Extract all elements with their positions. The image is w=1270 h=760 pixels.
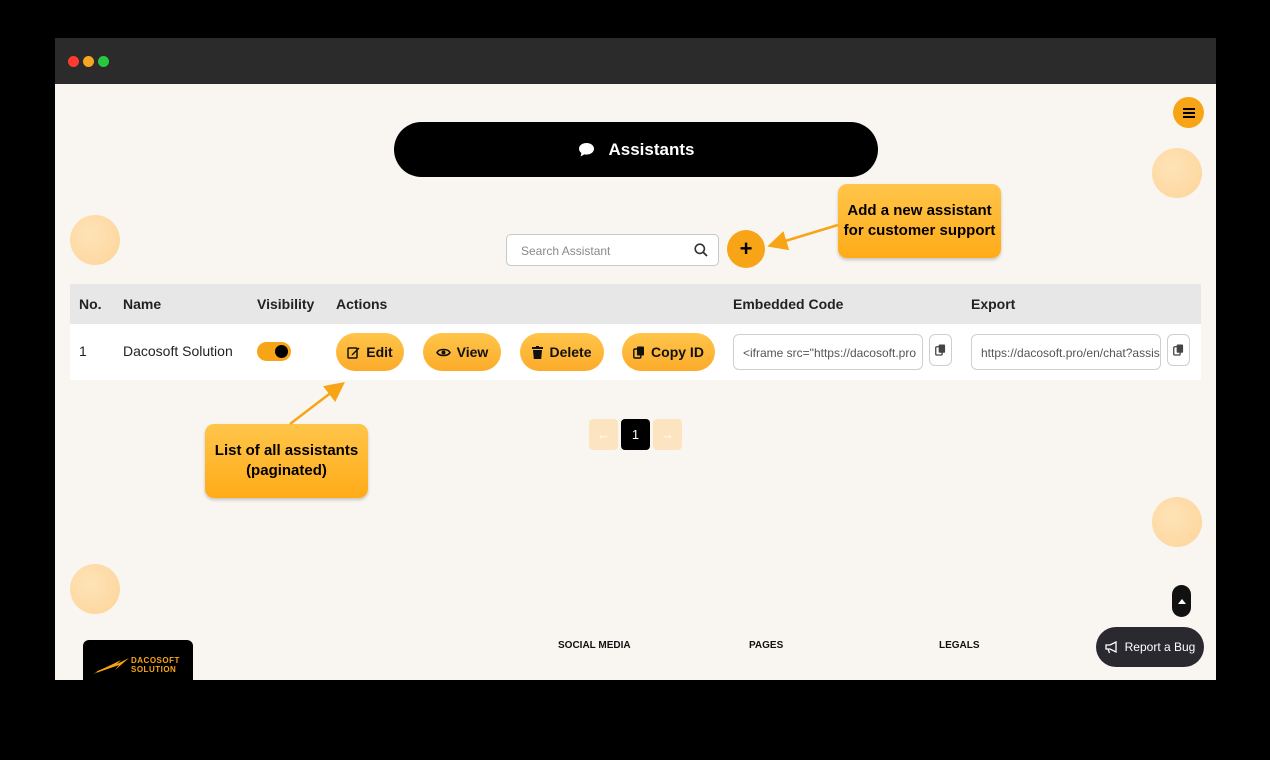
view-label: View bbox=[456, 344, 489, 360]
arrow-left-icon: ← bbox=[597, 427, 610, 442]
company-logo[interactable]: DACOSOFT SOLUTION bbox=[83, 640, 193, 680]
view-button[interactable]: View bbox=[423, 333, 501, 371]
caret-up-icon bbox=[1177, 598, 1186, 604]
table-row: 1 Dacosoft Solution Edit View Delete Cop… bbox=[70, 324, 1201, 380]
menu-button[interactable] bbox=[1173, 97, 1204, 128]
maximize-window-icon[interactable] bbox=[98, 56, 109, 67]
pagination-page-1[interactable]: 1 bbox=[621, 419, 650, 450]
search-input[interactable] bbox=[521, 241, 681, 261]
scroll-to-top-button[interactable] bbox=[1172, 585, 1191, 617]
decor-circle bbox=[70, 564, 120, 614]
column-header-actions: Actions bbox=[336, 296, 388, 312]
export-url-value: https://dacosoft.pro/en/chat?assis bbox=[981, 346, 1160, 360]
search-box bbox=[506, 234, 719, 266]
copy-export-url-button[interactable] bbox=[1167, 334, 1190, 366]
chat-bubble-icon bbox=[578, 142, 594, 156]
comet-logo-icon bbox=[93, 658, 129, 674]
row-number: 1 bbox=[79, 343, 87, 359]
add-assistant-button[interactable]: + bbox=[727, 230, 765, 268]
callout-text: (paginated) bbox=[246, 462, 327, 479]
copy-icon bbox=[935, 344, 946, 356]
arrow-to-table-row bbox=[289, 381, 345, 425]
hamburger-icon bbox=[1182, 107, 1195, 118]
logo-line: SOLUTION bbox=[131, 665, 177, 674]
report-bug-label: Report a Bug bbox=[1124, 640, 1196, 654]
delete-label: Delete bbox=[549, 344, 592, 360]
copy-id-label: Copy ID bbox=[651, 344, 704, 360]
browser-window: Assistants + Add a new assistant for cus… bbox=[55, 38, 1216, 680]
callout-assistant-list: List of all assistants (paginated) bbox=[205, 424, 368, 498]
copy-icon bbox=[1173, 344, 1184, 356]
table-header: No. Name Visibility Actions Embedded Cod… bbox=[70, 284, 1201, 324]
page-title-bar: Assistants bbox=[394, 122, 878, 177]
visibility-toggle[interactable] bbox=[257, 342, 291, 361]
footer-heading-legals: LEGALS bbox=[939, 640, 980, 651]
decor-circle bbox=[1152, 497, 1202, 547]
column-header-export: Export bbox=[971, 296, 1016, 312]
eye-icon bbox=[435, 348, 451, 356]
window-titlebar bbox=[55, 38, 1216, 84]
edit-label: Edit bbox=[366, 344, 393, 360]
plus-icon: + bbox=[739, 236, 753, 261]
footer-heading-social: SOCIAL MEDIA bbox=[558, 640, 631, 651]
edit-button[interactable]: Edit bbox=[336, 333, 404, 371]
assistants-table: No. Name Visibility Actions Embedded Cod… bbox=[70, 284, 1201, 380]
page-title: Assistants bbox=[608, 139, 695, 159]
assistant-name: Dacosoft Solution bbox=[123, 343, 233, 359]
column-header-no: No. bbox=[79, 296, 102, 312]
column-header-name: Name bbox=[123, 296, 162, 312]
delete-button[interactable]: Delete bbox=[520, 333, 604, 371]
column-header-visibility: Visibility bbox=[257, 296, 315, 312]
arrow-right-icon: → bbox=[661, 427, 674, 442]
trash-icon bbox=[532, 345, 544, 359]
pagination-next-button[interactable]: → bbox=[653, 419, 682, 450]
minimize-window-icon[interactable] bbox=[83, 56, 94, 67]
callout-text: List of all assistants bbox=[214, 442, 359, 459]
search-icon[interactable] bbox=[694, 243, 708, 257]
logo-line: DACOSOFT bbox=[131, 656, 180, 665]
footer-heading-pages: PAGES bbox=[749, 640, 784, 651]
arrow-to-add-button bbox=[767, 223, 839, 251]
copy-embedded-code-button[interactable] bbox=[929, 334, 952, 366]
edit-icon bbox=[347, 346, 360, 359]
callout-text: Add a new assistant bbox=[847, 202, 992, 219]
toggle-knob bbox=[275, 345, 288, 358]
column-header-embedded-code: Embedded Code bbox=[733, 296, 844, 312]
decor-circle bbox=[70, 215, 120, 265]
close-window-icon[interactable] bbox=[68, 56, 79, 67]
logo-text: DACOSOFT SOLUTION bbox=[131, 656, 180, 674]
embedded-code-value: <iframe src="https://dacosoft.pro bbox=[743, 346, 917, 360]
megaphone-icon bbox=[1104, 640, 1117, 653]
callout-add-assistant: Add a new assistant for customer support bbox=[838, 184, 1001, 258]
copy-id-button[interactable]: Copy ID bbox=[622, 333, 715, 371]
embedded-code-field[interactable]: <iframe src="https://dacosoft.pro bbox=[733, 334, 923, 370]
callout-text: for customer support bbox=[843, 222, 996, 239]
report-bug-button[interactable]: Report a Bug bbox=[1096, 627, 1204, 667]
page-number: 1 bbox=[631, 427, 640, 442]
pagination-prev-button[interactable]: ← bbox=[589, 419, 618, 450]
decor-circle bbox=[1152, 148, 1202, 198]
copy-icon bbox=[633, 346, 645, 359]
export-url-field[interactable]: https://dacosoft.pro/en/chat?assis bbox=[971, 334, 1161, 370]
